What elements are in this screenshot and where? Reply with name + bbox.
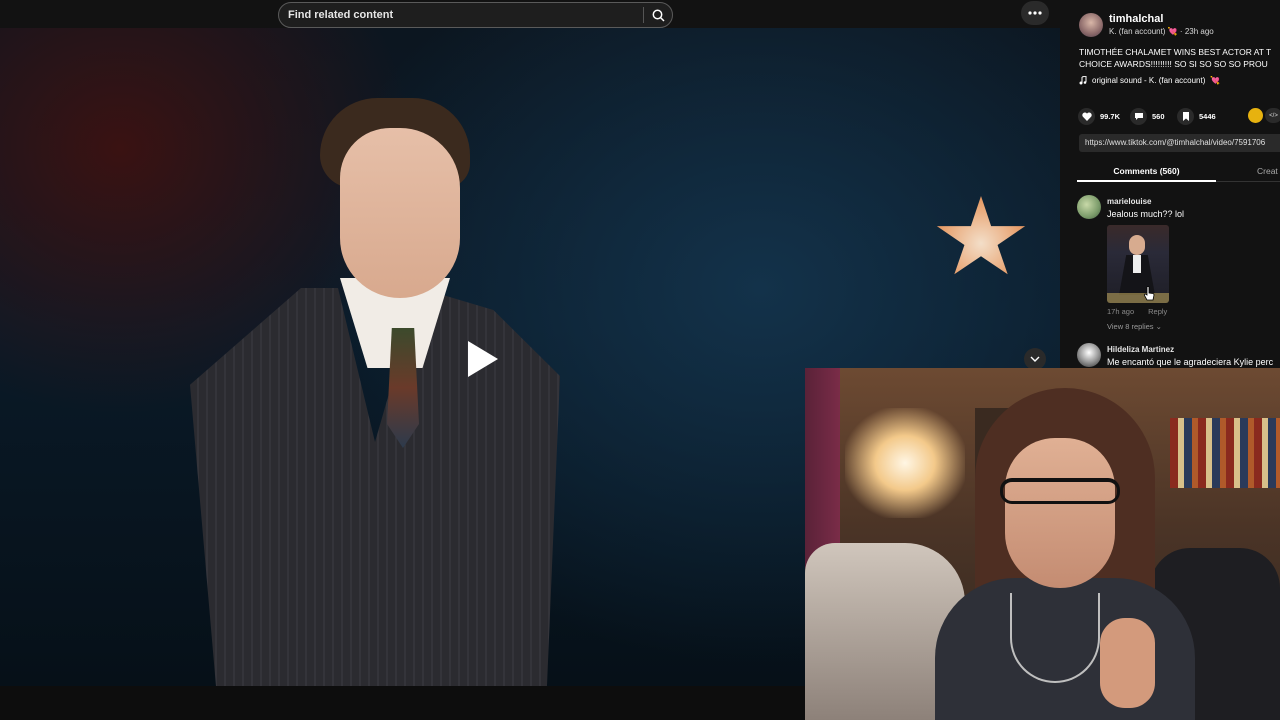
next-video-button[interactable] [1024, 348, 1046, 370]
comment-icon [1130, 108, 1147, 125]
save-button[interactable]: 5446 [1177, 108, 1216, 125]
star-graphic [936, 196, 1026, 275]
share-emoji-icon[interactable] [1248, 108, 1263, 123]
music-note-icon [1079, 76, 1087, 85]
view-replies-button[interactable]: View 8 replies ⌄ [1107, 322, 1162, 331]
video-subject [190, 88, 570, 720]
caption-line: TIMOTHÉE CHALAMET WINS BEST ACTOR AT T [1079, 47, 1272, 57]
author-avatar[interactable] [1079, 13, 1103, 37]
author-emoji: 💘 [1167, 27, 1178, 36]
comment-username[interactable]: marielouise [1107, 197, 1151, 206]
save-count: 5446 [1199, 112, 1216, 121]
comment-count: 560 [1152, 112, 1165, 121]
search-button[interactable] [644, 3, 672, 27]
comment-age: 17h ago [1107, 307, 1135, 316]
comment-meta: 17h ago Reply [1107, 307, 1167, 316]
comment-image[interactable] [1107, 225, 1169, 303]
more-options-button[interactable] [1021, 1, 1049, 25]
author-display-name: K. (fan account) [1109, 27, 1166, 36]
webcam-person-face [1005, 438, 1115, 588]
view-replies-label: View 8 replies [1107, 322, 1154, 331]
play-button[interactable] [456, 335, 504, 383]
sound-link[interactable]: original sound - K. (fan account) 💘 [1079, 76, 1220, 85]
search-input[interactable] [279, 3, 643, 27]
search-icon [652, 9, 665, 22]
author-username[interactable]: timhalchal [1109, 13, 1163, 25]
webcam-overlay [805, 368, 1280, 720]
webcam-books [1170, 418, 1280, 488]
author-subline: K. (fan account) 💘 · 23h ago [1109, 27, 1214, 36]
reply-button[interactable]: Reply [1148, 307, 1167, 316]
chevron-down-icon: ⌄ [1155, 322, 1162, 331]
tab-creator-videos[interactable]: Creat [1257, 160, 1278, 176]
copy-link-field[interactable]: https://www.tiktok.com/@timhalchal/video… [1079, 134, 1280, 152]
sound-emoji: 💘 [1210, 76, 1221, 85]
glasses [1000, 478, 1120, 504]
comment-button[interactable]: 560 [1130, 108, 1165, 125]
post-age: 23h ago [1184, 27, 1214, 36]
chevron-down-icon [1030, 356, 1040, 362]
caption-line: CHOICE AWARDS!!!!!!!!! SO SI SO SO SO PR… [1079, 59, 1268, 69]
post-caption: TIMOTHÉE CHALAMET WINS BEST ACTOR AT T C… [1079, 46, 1280, 70]
panel-tabs: Comments (560) Creat [1077, 160, 1280, 182]
webcam-curtain [805, 368, 840, 568]
heart-icon [1078, 108, 1095, 125]
comment-avatar[interactable] [1077, 195, 1101, 219]
search-bar [278, 2, 673, 28]
comment-avatar[interactable] [1077, 343, 1101, 367]
like-button[interactable]: 99.7K [1078, 108, 1120, 125]
embed-icon[interactable]: </> [1265, 108, 1280, 123]
webcam-lamp [845, 408, 965, 518]
play-icon [468, 341, 498, 377]
tab-comments[interactable]: Comments (560) [1077, 160, 1216, 182]
more-icon [1028, 11, 1042, 15]
necklace [1010, 593, 1100, 683]
comment-username[interactable]: Hildeliza Martinez [1107, 345, 1174, 354]
comment-text: Me encantó que le agradeciera Kylie perc [1107, 357, 1274, 367]
webcam-hand [1100, 618, 1155, 708]
hand-cursor-icon [1143, 286, 1155, 301]
sound-name: original sound - K. (fan account) [1092, 76, 1206, 85]
like-count: 99.7K [1100, 112, 1121, 121]
comment-text: Jealous much?? lol [1107, 209, 1185, 219]
bookmark-icon [1177, 108, 1194, 125]
